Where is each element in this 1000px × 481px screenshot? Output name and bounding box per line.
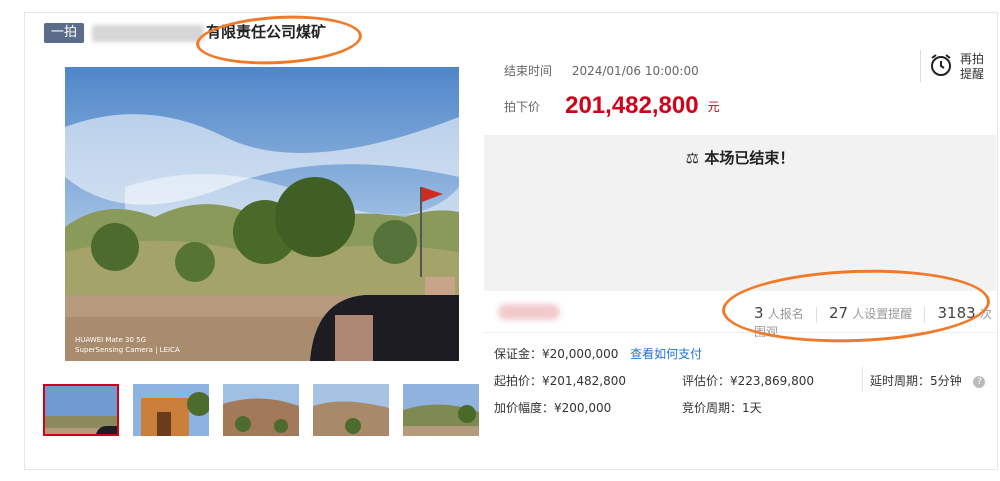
- delay-period-row: 延时周期：5分钟 ?: [870, 372, 986, 389]
- final-price-row: 拍下价 201,482,800 元: [504, 92, 720, 120]
- auction-status-box: ⚖ 本场已结束！: [484, 135, 996, 291]
- camera-watermark: HUAWEI Mate 30 5G SuperSensing Camera | …: [75, 336, 180, 354]
- start-price: 起拍价：¥201,482,800: [494, 374, 626, 388]
- how-to-pay-link[interactable]: 查看如何支付: [630, 347, 702, 361]
- bid-increment: 加价幅度：¥200,000: [494, 401, 612, 415]
- blurred-agency-name: [498, 304, 560, 320]
- remind-divider: [920, 50, 921, 82]
- blurred-company-name: [92, 25, 204, 42]
- reauction-remind-button[interactable]: 再拍 提醒: [928, 52, 988, 88]
- help-icon[interactable]: ?: [973, 375, 986, 388]
- main-photo[interactable]: HUAWEI Mate 30 5G SuperSensing Camera | …: [65, 67, 459, 361]
- end-time-value: 2024/01/06 10:00:00: [571, 64, 699, 78]
- price-unit: 元: [707, 99, 720, 114]
- thumbnail-strip: [43, 384, 479, 436]
- thumbnail-4[interactable]: [313, 384, 389, 436]
- final-price-value: 201,482,800: [565, 92, 699, 119]
- gavel-icon: ⚖: [685, 149, 700, 167]
- appraisal-price: 评估价：¥223,869,800: [682, 374, 814, 388]
- bidding-cycle: 竞价周期：1天: [682, 401, 762, 415]
- thumbnail-2[interactable]: [133, 384, 209, 436]
- thumbnail-5[interactable]: [403, 384, 479, 436]
- thumbnail-1[interactable]: [43, 384, 119, 436]
- thumbnail-3[interactable]: [223, 384, 299, 436]
- end-time-row: 结束时间 2024/01/06 10:00:00: [504, 62, 699, 79]
- end-time-label: 结束时间: [504, 64, 553, 78]
- final-price-label: 拍下价: [504, 99, 541, 114]
- auction-ended-text: ⚖ 本场已结束！: [685, 149, 795, 167]
- deposit-text: 保证金：¥20,000,000: [494, 347, 619, 361]
- alarm-clock-icon: [931, 54, 951, 76]
- delay-period: 延时周期：5分钟: [870, 374, 962, 388]
- deposit-row: 保证金：¥20,000,000 查看如何支付: [494, 345, 702, 362]
- auction-type-tag: 一拍: [44, 23, 84, 43]
- landscape-image: [65, 67, 459, 361]
- details-divider: [862, 366, 863, 392]
